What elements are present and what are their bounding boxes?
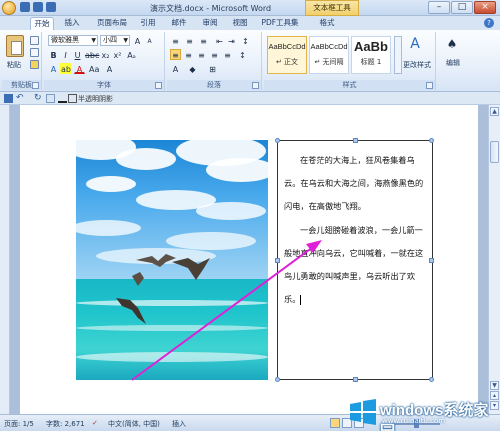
watermark-brand: windows系统家园 (380, 402, 489, 431)
proofing-icon[interactable]: ✓ (92, 419, 98, 427)
watermark: windows系统家园 www.ruinaitu.com (346, 396, 496, 431)
scroll-down-icon[interactable]: ▼ (490, 381, 499, 390)
windows-logo-icon (350, 399, 376, 425)
print-layout-icon[interactable] (330, 418, 340, 428)
scroll-thumb[interactable] (490, 141, 499, 163)
watermark-url: www.ruinaitu.com (382, 417, 446, 425)
scroll-up-icon[interactable]: ▲ (490, 107, 499, 116)
insert-mode-indicator[interactable]: 插入 (172, 419, 186, 429)
page-count[interactable]: 页面: 1/5 (4, 419, 34, 429)
annotation-arrow (131, 240, 322, 381)
vertical-scrollbar[interactable]: ▲ ▼ ▴ ▾ (488, 105, 500, 414)
language-indicator[interactable]: 中文(简体, 中国) (108, 419, 160, 429)
arrow-line (131, 246, 314, 381)
word-count[interactable]: 字数: 2,671 (46, 419, 85, 429)
